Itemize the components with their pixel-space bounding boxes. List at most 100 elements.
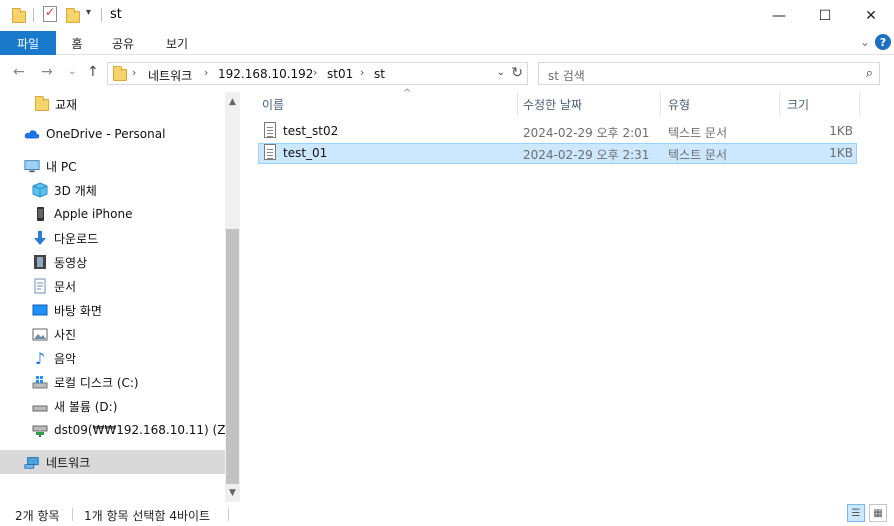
file-name: test_01 (283, 146, 328, 160)
breadcrumb-st[interactable]: st (374, 67, 385, 81)
minimize-button[interactable]: — (756, 0, 802, 31)
network-icon (24, 454, 40, 470)
nav-item-documents[interactable]: 문서 (0, 274, 225, 298)
window-title: st (110, 7, 122, 22)
nav-item-apple-iphone[interactable]: Apple iPhone (0, 202, 225, 226)
quick-access-dropdown-icon[interactable]: ▾ (86, 7, 91, 18)
nav-item-volume-d[interactable]: 새 볼륨 (D:) (0, 394, 225, 418)
tab-view[interactable]: 보기 (148, 31, 206, 55)
chevron-right-icon[interactable]: › (204, 66, 208, 79)
folder-icon[interactable] (12, 8, 26, 23)
breadcrumb-st01[interactable]: st01 (327, 67, 353, 81)
nav-item-desktop[interactable]: 바탕 화면 (0, 298, 225, 322)
column-divider[interactable] (779, 93, 780, 115)
music-icon: ♪ (34, 348, 46, 368)
column-divider[interactable] (660, 93, 661, 115)
up-arrow-icon[interactable]: ↑ (87, 64, 99, 80)
column-header-label: 크기 (787, 98, 810, 112)
nav-item-onedrive[interactable]: OneDrive - Personal (0, 122, 225, 146)
tab-home[interactable]: 홈 (56, 31, 98, 55)
column-divider[interactable] (859, 93, 860, 115)
document-icon (32, 278, 48, 294)
file-name: test_st02 (283, 124, 339, 138)
file-list: 이름 ^ 수정한 날짜 유형 크기 test_st02 2024-02-29 오… (241, 88, 894, 502)
column-header-date[interactable]: 수정한 날짜 (523, 92, 661, 117)
nav-item-network[interactable]: 네트워크 (0, 450, 225, 474)
search-input[interactable]: st 검색 ⌕ (538, 62, 880, 85)
text-file-icon (264, 144, 276, 160)
nav-item-교재[interactable]: 교재 (0, 92, 225, 116)
chevron-right-icon[interactable]: › (360, 66, 364, 79)
close-button[interactable]: ✕ (848, 0, 894, 31)
column-divider[interactable] (517, 93, 518, 115)
cube-icon (32, 182, 48, 198)
search-icon[interactable]: ⌕ (866, 66, 873, 81)
scroll-up-icon[interactable]: ▲ (225, 94, 240, 109)
tab-file[interactable]: 파일 (0, 31, 56, 55)
file-type: 텍스트 문서 (668, 148, 728, 162)
forward-arrow-icon[interactable]: → (41, 64, 53, 80)
nav-item-downloads[interactable]: 다운로드 (0, 226, 225, 250)
navigation-pane: 교재 OneDrive - Personal 내 PC 3D 개체 Apple … (0, 92, 234, 502)
tab-share[interactable]: 공유 (98, 31, 148, 55)
computer-icon (24, 158, 40, 174)
folder-icon (113, 66, 127, 81)
recent-locations-chevron-icon[interactable]: ⌄ (68, 66, 76, 77)
table-row[interactable]: test_st02 2024-02-29 오후 2:01 텍스트 문서 1KB (258, 121, 857, 142)
large-icons-view-icon[interactable]: ▦ (869, 504, 887, 522)
scrollbar-thumb[interactable] (226, 229, 239, 484)
divider (33, 8, 34, 22)
nav-item-label: 바탕 화면 (54, 303, 102, 318)
details-view-icon[interactable]: ☰ (847, 504, 865, 522)
nav-item-label: 음악 (54, 351, 77, 366)
column-header-label: 이름 (262, 98, 285, 112)
cloud-icon (24, 126, 40, 142)
column-header-type[interactable]: 유형 (668, 92, 778, 117)
scroll-down-icon[interactable]: ▼ (225, 485, 240, 500)
nav-item-pictures[interactable]: 사진 (0, 322, 225, 346)
nav-item-label: 새 볼륨 (D:) (54, 399, 118, 414)
properties-icon[interactable] (43, 5, 57, 22)
nav-item-label: 로컬 디스크 (C:) (54, 375, 139, 390)
table-row[interactable]: test_01 2024-02-29 오후 2:31 텍스트 문서 1KB (258, 143, 857, 164)
desktop-icon (32, 302, 48, 318)
file-modified: 2024-02-29 오후 2:01 (523, 126, 650, 140)
nav-item-3d-objects[interactable]: 3D 개체 (0, 178, 225, 202)
sort-ascending-icon: ^ (403, 88, 412, 99)
breadcrumb-network[interactable]: 네트워크 (148, 67, 192, 84)
address-dropdown-icon[interactable]: ⌄ (497, 67, 505, 78)
folder-icon (34, 96, 50, 112)
nav-item-label: 네트워크 (46, 455, 91, 470)
nav-item-label: 내 PC (46, 159, 77, 174)
column-header-name[interactable]: 이름 ^ (262, 88, 519, 117)
nav-scrollbar[interactable]: ▲ ▼ (225, 92, 240, 502)
nav-item-this-pc[interactable]: 내 PC (0, 154, 225, 178)
chevron-down-icon[interactable]: ⌄ (860, 35, 870, 49)
refresh-icon[interactable]: ↻ (511, 65, 523, 81)
nav-item-videos[interactable]: 동영상 (0, 250, 225, 274)
breadcrumb-host[interactable]: 192.168.10.192 (218, 67, 313, 81)
nav-item-label: 문서 (54, 279, 77, 294)
address-bar[interactable]: › 네트워크 › 192.168.10.192 › st01 › st ⌄ ↻ (107, 62, 528, 85)
divider (72, 508, 73, 521)
nav-item-network-drive-z[interactable]: dst09(₩₩192.168.10.11) (Z:) (0, 418, 234, 442)
picture-icon (32, 326, 48, 342)
address-row: ← → ⌄ ↑ › 네트워크 › 192.168.10.192 › st01 ›… (0, 55, 894, 92)
nav-item-label: OneDrive - Personal (46, 127, 166, 141)
nav-item-label: 교재 (55, 97, 78, 112)
back-arrow-icon[interactable]: ← (13, 64, 25, 80)
divider (228, 508, 229, 521)
help-icon[interactable]: ? (875, 34, 891, 50)
nav-item-music[interactable]: ♪ 음악 (0, 346, 225, 370)
maximize-button[interactable]: ☐ (802, 0, 848, 31)
column-header-size[interactable]: 크기 (787, 92, 857, 117)
ribbon-tabs: 파일 홈 공유 보기 ⌄ ? (0, 31, 894, 55)
chevron-right-icon[interactable]: › (132, 66, 136, 79)
title-bar: ▾ st — ☐ ✕ (0, 0, 894, 31)
status-bar: 2개 항목 1개 항목 선택함 4바이트 ☰ ▦ (0, 502, 894, 526)
chevron-right-icon[interactable]: › (313, 66, 317, 79)
new-folder-icon[interactable] (66, 8, 80, 23)
divider (101, 8, 102, 22)
nav-item-local-disk-c[interactable]: 로컬 디스크 (C:) (0, 370, 225, 394)
text-file-icon (264, 122, 276, 138)
